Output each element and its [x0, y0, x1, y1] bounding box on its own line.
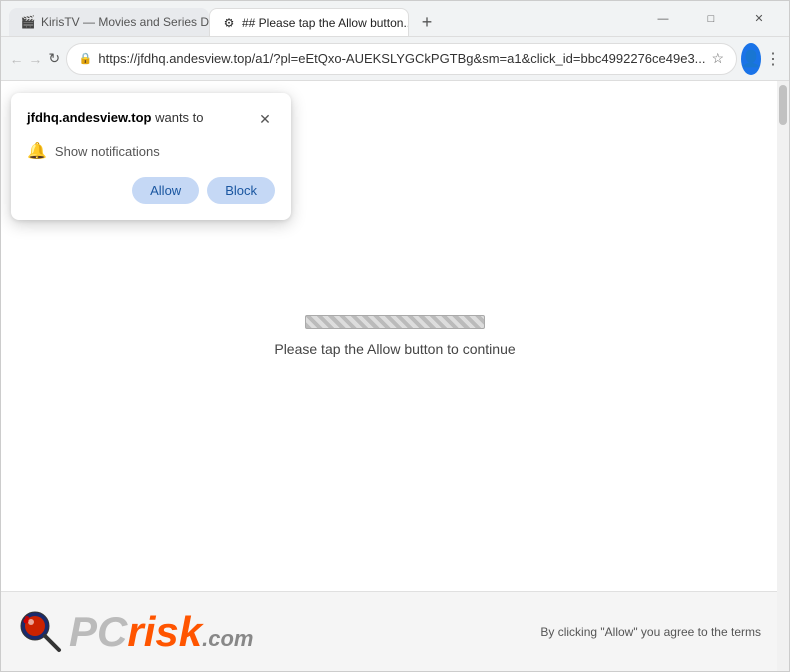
tab-label-kiristv: KirisTV — Movies and Series D... — [41, 15, 209, 29]
profile-button[interactable]: 👤 — [741, 43, 761, 75]
refresh-button[interactable]: ↻ — [47, 43, 62, 75]
progress-bar-container — [305, 315, 485, 329]
progress-bar — [305, 315, 485, 329]
page-content: jfdhq.andesview.top wants to ✕ 🔔 Show no… — [1, 81, 789, 671]
back-button[interactable]: ← — [9, 43, 24, 75]
maximize-button[interactable]: □ — [689, 4, 733, 34]
popup-title: jfdhq.andesview.top wants to — [27, 109, 204, 127]
tab-allow[interactable]: ⚙ ## Please tap the Allow button... ✕ — [209, 8, 409, 36]
close-button[interactable]: ✕ — [737, 4, 781, 34]
popup-header: jfdhq.andesview.top wants to ✕ — [27, 109, 275, 129]
address-bar[interactable]: 🔒 https://jfdhq.andesview.top/a1/?pl=eEt… — [66, 43, 737, 75]
watermark-area: PCrisk.com By clicking "Allow" you agree… — [1, 591, 777, 671]
progress-text: Please tap the Allow button to continue — [274, 341, 515, 357]
logo-risk: risk — [127, 608, 202, 655]
tab-label-allow: ## Please tap the Allow button... — [242, 16, 409, 30]
bell-icon: 🔔 — [27, 141, 47, 161]
pcrisk-logo-icon — [17, 608, 65, 656]
minimize-button[interactable]: — — [641, 4, 685, 34]
popup-actions: Allow Block — [27, 177, 275, 204]
logo-pc-risk: PCrisk.com — [69, 608, 253, 656]
pcrisk-logo: PCrisk.com — [17, 608, 253, 656]
forward-button[interactable]: → — [28, 43, 43, 75]
popup-close-button[interactable]: ✕ — [255, 109, 275, 129]
permission-popup: jfdhq.andesview.top wants to ✕ 🔔 Show no… — [11, 93, 291, 220]
lock-icon: 🔒 — [79, 52, 93, 65]
address-text: https://jfdhq.andesview.top/a1/?pl=eEtQx… — [98, 51, 705, 66]
scrollbar[interactable] — [777, 81, 789, 671]
block-button[interactable]: Block — [207, 177, 275, 204]
logo-dotcom: .com — [202, 626, 253, 651]
nav-bar: ← → ↻ 🔒 https://jfdhq.andesview.top/a1/?… — [1, 37, 789, 81]
bookmark-icon[interactable]: ☆ — [712, 50, 725, 67]
window-controls: — □ ✕ — [641, 4, 781, 34]
profile-icon: 👤 — [741, 49, 761, 69]
tab-kiristv[interactable]: 🎬 KirisTV — Movies and Series D... ✕ — [9, 8, 209, 36]
title-bar: 🎬 KirisTV — Movies and Series D... ✕ ⚙ #… — [1, 1, 789, 37]
allow-button[interactable]: Allow — [132, 177, 199, 204]
popup-permission-label: Show notifications — [55, 144, 160, 159]
menu-button[interactable]: ⋮ — [765, 43, 781, 75]
logo-pc: PC — [69, 608, 127, 655]
tabs-area: 🎬 KirisTV — Movies and Series D... ✕ ⚙ #… — [9, 1, 641, 36]
browser-frame: 🎬 KirisTV — Movies and Series D... ✕ ⚙ #… — [0, 0, 790, 672]
watermark-text: By clicking "Allow" you agree to the ter… — [540, 625, 761, 639]
watermark-caption: By clicking "Allow" you agree to the ter… — [540, 625, 761, 639]
popup-site: jfdhq.andesview.top — [27, 110, 151, 125]
popup-wants-to: wants to — [151, 110, 203, 125]
tab-favicon-allow: ⚙ — [222, 16, 236, 30]
tab-favicon-kiristv: 🎬 — [21, 15, 35, 29]
popup-permission-row: 🔔 Show notifications — [27, 141, 275, 161]
new-tab-button[interactable]: + — [413, 8, 441, 36]
scrollbar-thumb[interactable] — [779, 85, 787, 125]
